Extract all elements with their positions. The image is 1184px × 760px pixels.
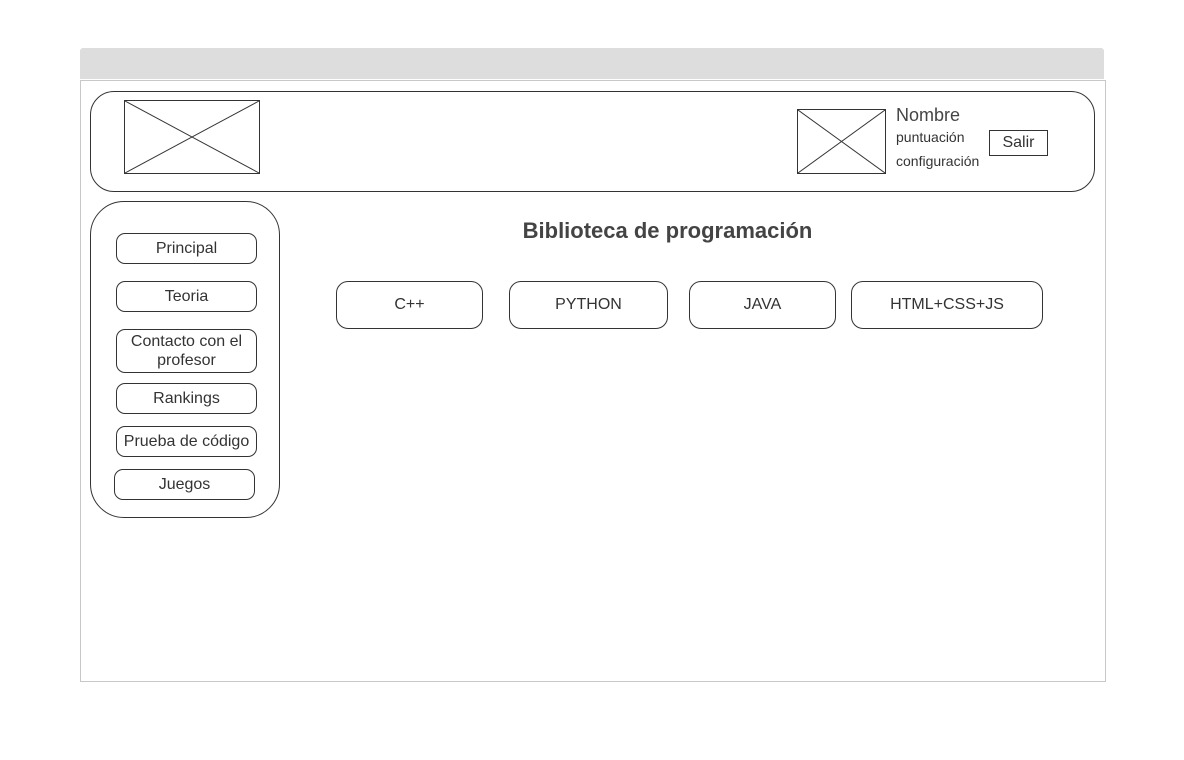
sidebar-item-teoria[interactable]: Teoria: [116, 281, 257, 312]
sidebar-item-juegos[interactable]: Juegos: [114, 469, 255, 500]
user-name: Nombre: [896, 105, 961, 125]
logout-button[interactable]: Salir: [989, 130, 1048, 156]
sidebar-item-contacto[interactable]: Contacto con el profesor: [116, 329, 257, 373]
page-title: Biblioteca de programación: [522, 218, 813, 243]
window-title-bar: [80, 48, 1104, 79]
logo-image-placeholder: [124, 100, 260, 174]
language-button-python[interactable]: PYTHON: [509, 281, 668, 329]
language-button-cpp[interactable]: C++: [336, 281, 483, 329]
settings-link[interactable]: configuración: [896, 153, 979, 169]
language-button-html-css-js[interactable]: HTML+CSS+JS: [851, 281, 1043, 329]
score-link[interactable]: puntuación: [896, 129, 965, 145]
sidebar-item-prueba-codigo[interactable]: Prueba de código: [116, 426, 257, 457]
avatar[interactable]: [797, 109, 886, 174]
language-button-java[interactable]: JAVA: [689, 281, 836, 329]
sidebar-item-rankings[interactable]: Rankings: [116, 383, 257, 414]
sidebar-item-principal[interactable]: Principal: [116, 233, 257, 264]
